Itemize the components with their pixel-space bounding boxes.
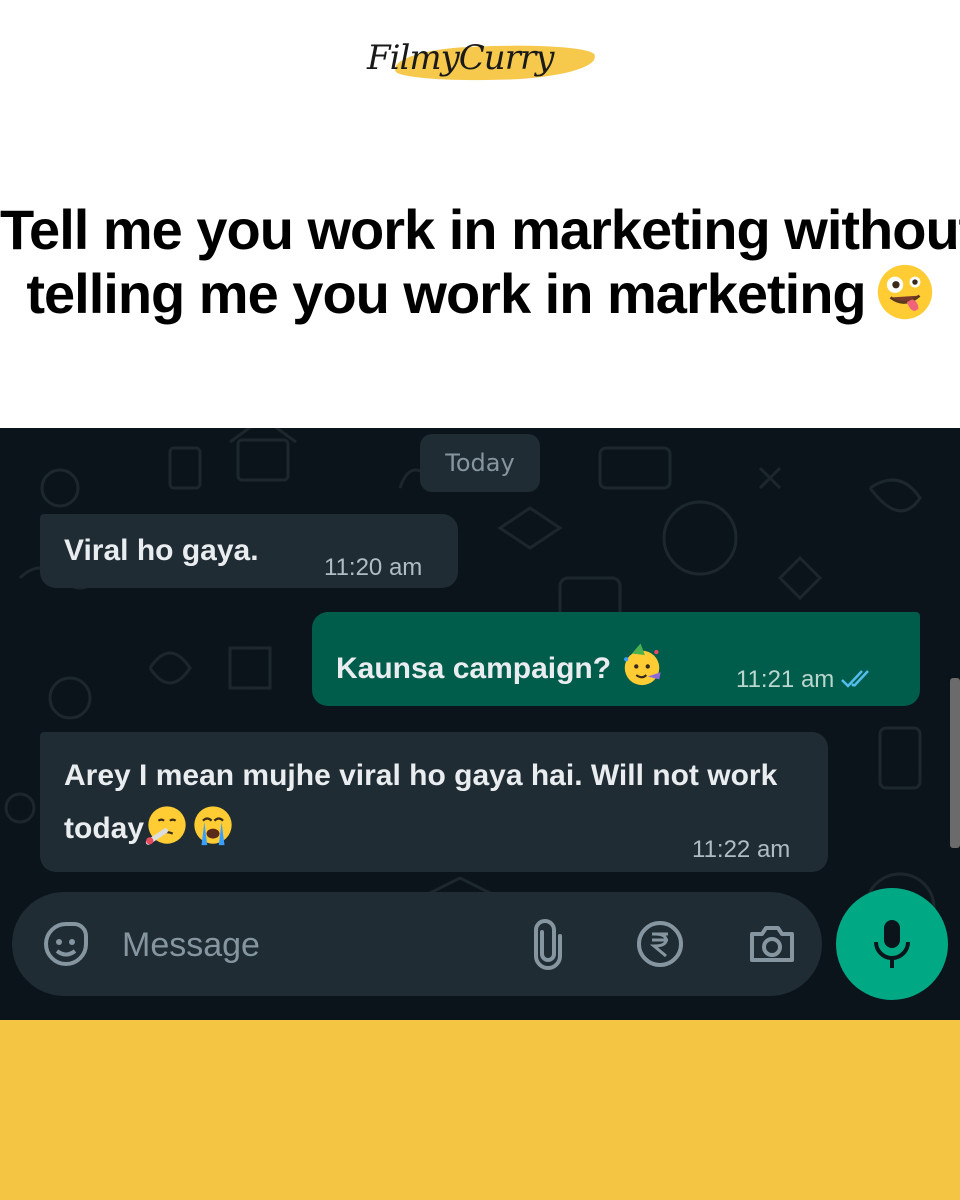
rupee-icon[interactable] — [634, 918, 686, 970]
sticker-icon[interactable] — [40, 918, 92, 970]
attach-icon[interactable] — [522, 918, 574, 970]
message-bubble-incoming[interactable]: Viral ho gaya. 11:20 am — [40, 514, 458, 588]
camera-icon[interactable] — [746, 918, 798, 970]
mic-icon — [874, 920, 910, 968]
read-ticks-icon — [841, 670, 870, 688]
message-input[interactable] — [122, 922, 502, 968]
message-time: 11:22 am — [692, 836, 791, 863]
headline-line-2-wrap: telling me you work in marketing — [0, 262, 960, 326]
brand-logo: FilmyCurry — [355, 30, 605, 86]
bottom-band — [0, 1020, 960, 1200]
message-time-wrap: 11:21 am — [736, 666, 878, 694]
partying-face-icon — [624, 643, 662, 686]
message-bubble-outgoing[interactable]: Kaunsa campaign? 11:21 am — [312, 612, 920, 706]
zany-face-icon — [877, 264, 932, 320]
message-time: 11:20 am — [324, 554, 423, 581]
message-text: Kaunsa campaign? — [336, 652, 612, 685]
headline-line-1: Tell me you work in marketing without — [0, 198, 960, 261]
chat-screen: Today Viral ho gaya. 11:20 am Kaunsa cam… — [0, 428, 960, 1020]
face-with-thermometer-icon — [145, 806, 186, 845]
scrollbar-thumb[interactable] — [950, 678, 960, 848]
message-text: Viral ho gaya. — [64, 534, 259, 567]
message-time: 11:21 am — [736, 666, 835, 693]
message-text-wrap: Kaunsa campaign? — [336, 642, 665, 688]
loudly-crying-face-icon — [194, 806, 232, 846]
mic-button[interactable] — [836, 888, 948, 1000]
date-chip: Today — [420, 434, 540, 492]
logo-text: FilmyCurry — [367, 38, 554, 78]
message-composer — [12, 892, 822, 996]
headline: Tell me you work in marketing without te… — [0, 198, 960, 326]
headline-line-2: telling me you work in marketing — [26, 262, 866, 325]
message-bubble-incoming[interactable]: Arey I mean mujhe viral ho gaya hai. Wil… — [40, 732, 828, 872]
